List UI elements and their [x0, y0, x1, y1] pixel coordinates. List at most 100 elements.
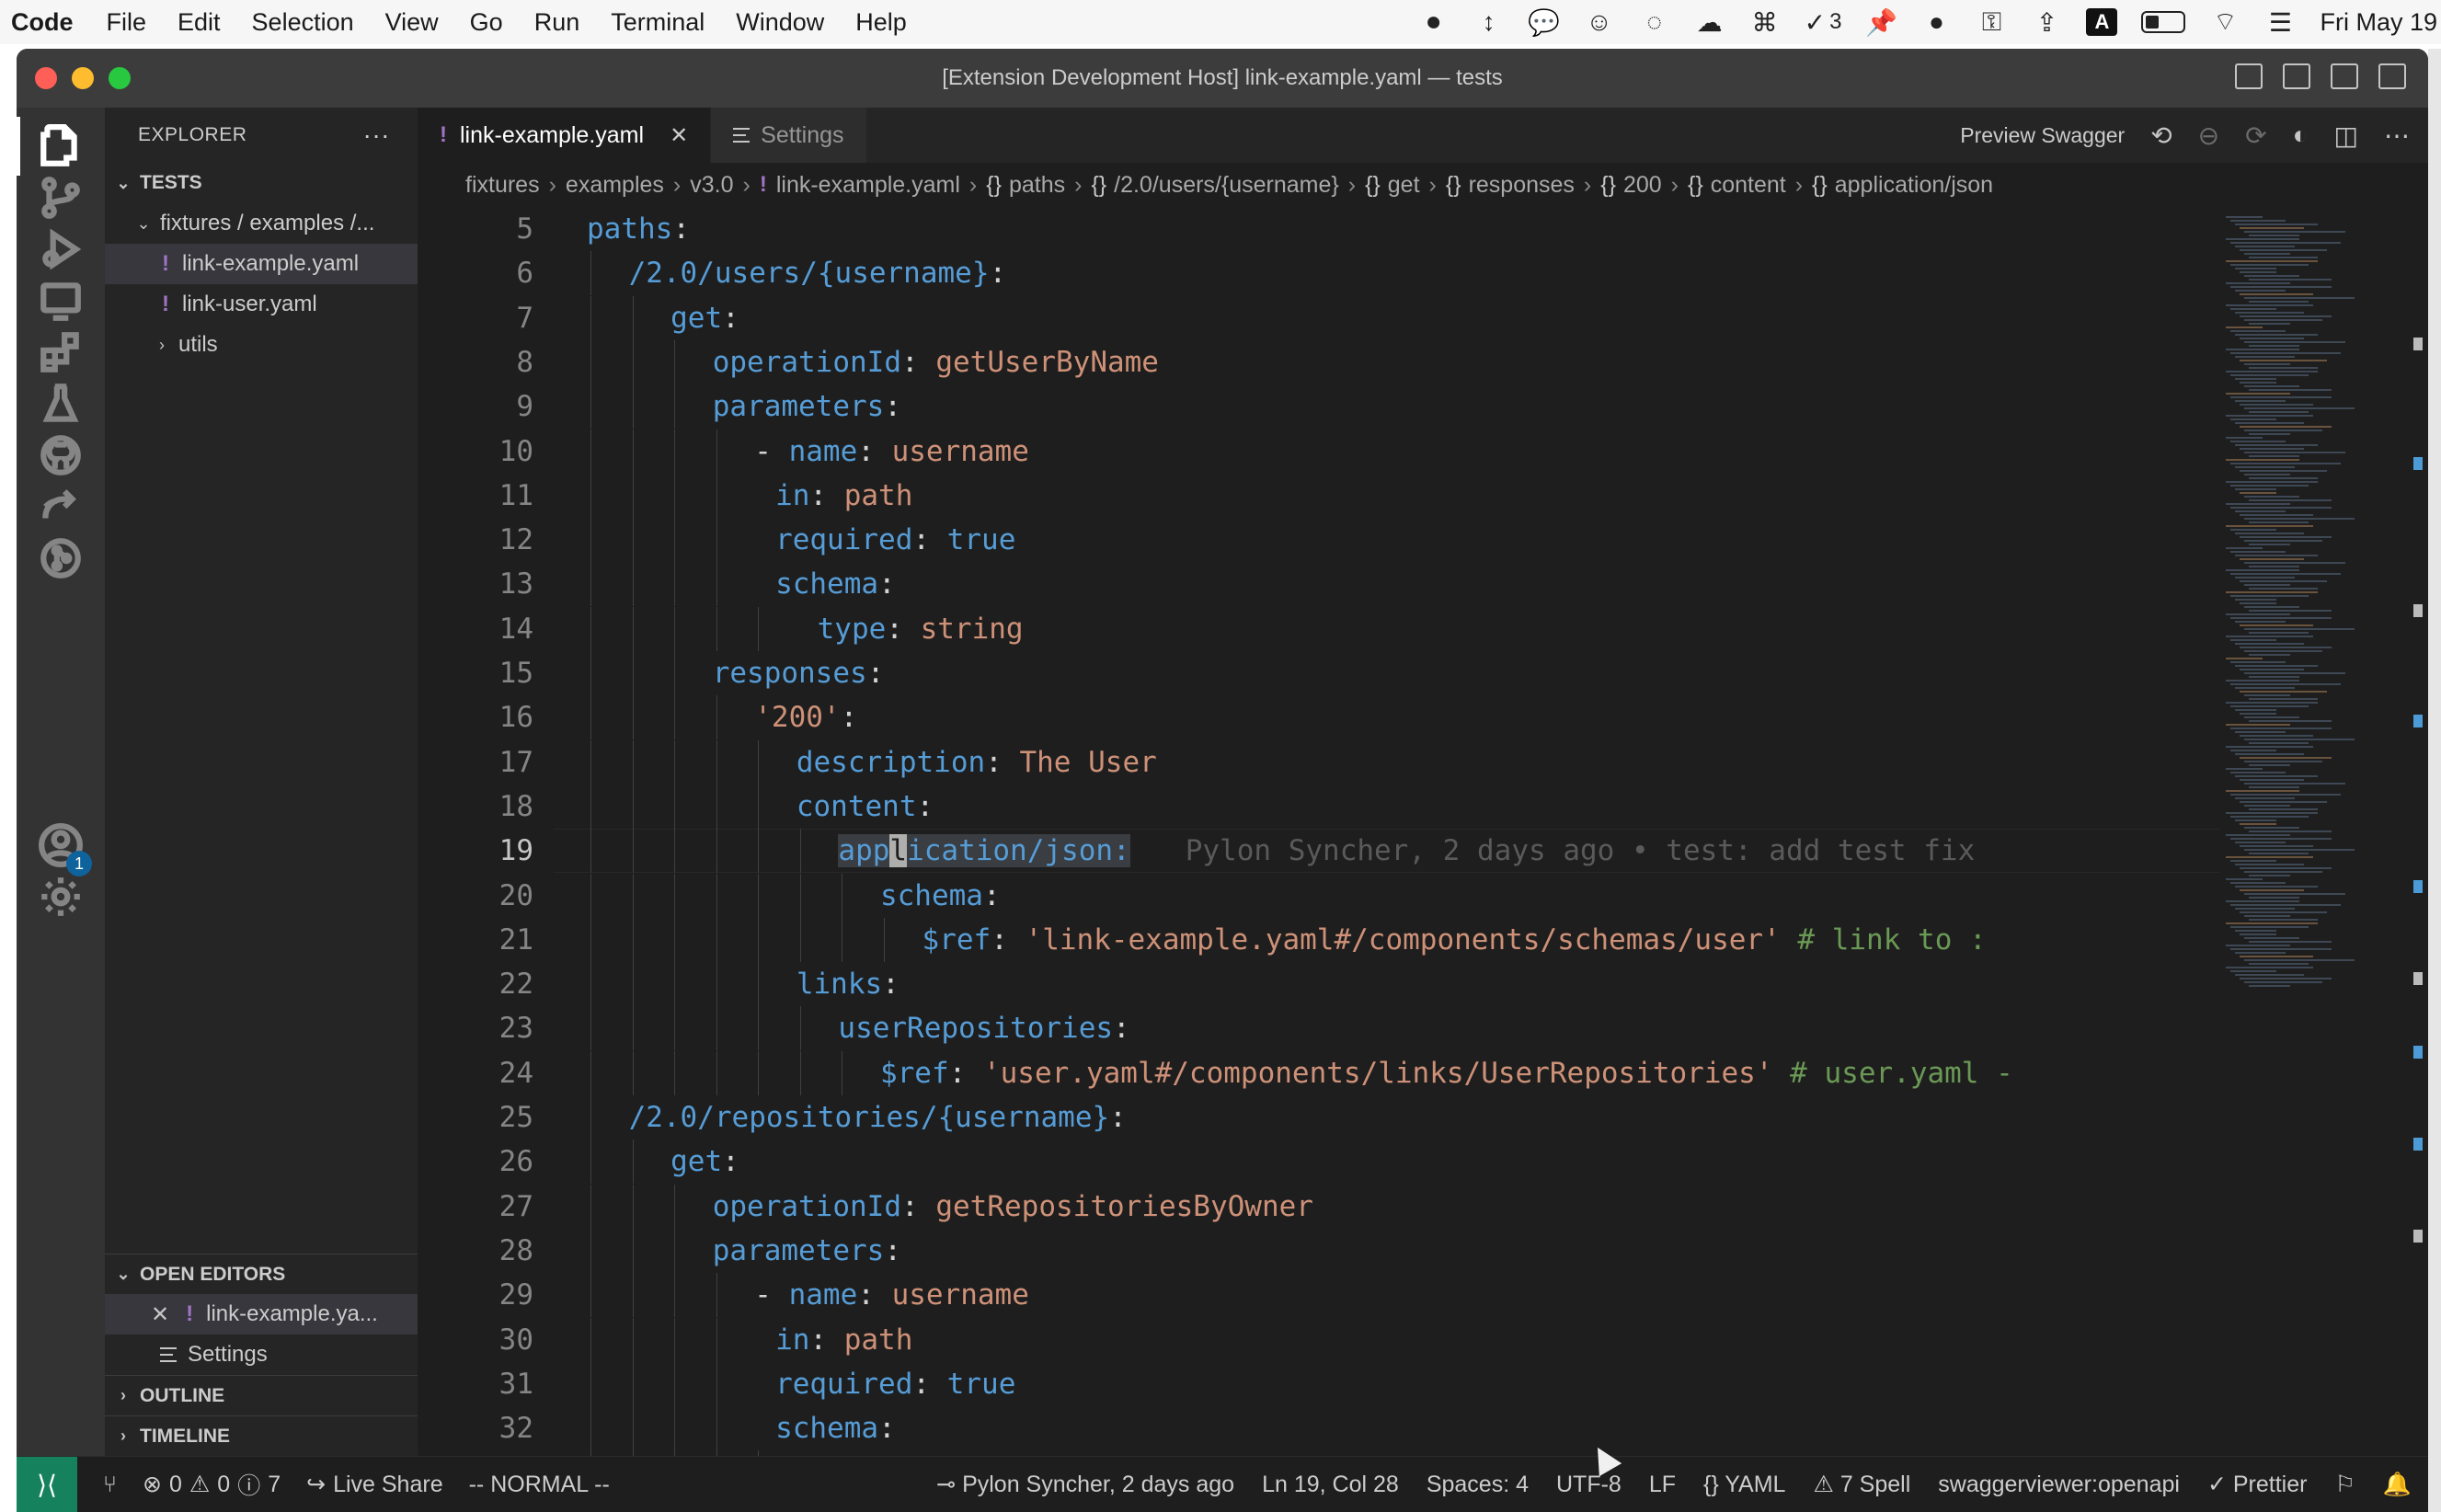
battery-icon[interactable]	[2141, 11, 2186, 33]
toggle-primary-sidebar-icon[interactable]	[2235, 63, 2263, 89]
tab-link-example-yaml[interactable]: ! link-example.yaml ✕	[418, 108, 712, 163]
status-git-blame[interactable]: ⊸ Pylon Syncher, 2 days ago	[936, 1471, 1234, 1498]
code-line[interactable]: 7 get:	[418, 295, 2220, 340]
status-language[interactable]: {} YAML	[1703, 1472, 1785, 1498]
zoom-window-button[interactable]	[109, 67, 131, 89]
toggle-secondary-sidebar-icon[interactable]	[2331, 63, 2358, 89]
code-line[interactable]: 20 schema:	[418, 873, 2220, 918]
code-line[interactable]: 26 get:	[418, 1140, 2220, 1185]
wifi-icon[interactable]: ⌔	[2209, 6, 2240, 38]
close-window-button[interactable]	[35, 67, 57, 89]
menu-help[interactable]: Help	[855, 8, 907, 37]
code-line[interactable]: 14 type: string	[418, 606, 2220, 651]
workspace-folder-tests[interactable]: ⌄ TESTS	[105, 163, 418, 203]
notifications-bell-icon[interactable]: 🔔	[2383, 1472, 2412, 1498]
tree-item-fixtures-examples[interactable]: ⌄ fixtures / examples /...	[105, 203, 418, 244]
code-line[interactable]: 28 parameters:	[418, 1228, 2220, 1273]
code-line[interactable]: 21 $ref: 'link-example.yaml#/components/s…	[418, 917, 2220, 962]
breadcrumb-item[interactable]: responses	[1469, 172, 1575, 199]
customize-layout-icon[interactable]	[2378, 63, 2406, 89]
code-line[interactable]: 15 responses:	[418, 651, 2220, 695]
code-line[interactable]: 25/2.0/repositories/{username}:	[418, 1095, 2220, 1140]
github-icon[interactable]	[37, 431, 85, 479]
bookmark-icon[interactable]: ⌘	[1749, 6, 1781, 38]
menu-edit[interactable]: Edit	[178, 8, 221, 37]
chat-icon[interactable]: 💬	[1528, 6, 1560, 38]
commit-icon[interactable]: ⊖	[2198, 120, 2219, 151]
status-branch-sync[interactable]: ⑂	[103, 1472, 117, 1498]
close-tab-icon[interactable]: ✕	[670, 122, 688, 149]
outline-header[interactable]: › OUTLINE	[105, 1375, 418, 1415]
open-editor-settings[interactable]: Settings	[105, 1334, 418, 1375]
menu-run[interactable]: Run	[534, 8, 580, 37]
code-line[interactable]: 18 content:	[418, 784, 2220, 829]
tree-item-link-example-yaml[interactable]: ! link-example.yaml	[105, 244, 418, 284]
breadcrumb-item[interactable]: 200	[1623, 172, 1662, 199]
key-icon[interactable]: ⚿	[1976, 6, 2007, 38]
manage-gear-icon[interactable]	[37, 873, 85, 921]
menu-selection[interactable]: Selection	[252, 8, 354, 37]
status-spell[interactable]: ⚠ 7 Spell	[1813, 1471, 1910, 1498]
app-menu[interactable]: Code	[11, 8, 74, 37]
breadcrumb-item[interactable]: link-example.yaml	[776, 172, 960, 199]
code-line[interactable]: 24 $ref: 'user.yaml#/components/links/Use…	[418, 1050, 2220, 1095]
minimap[interactable]	[2220, 207, 2404, 1456]
resize-icon[interactable]: ↕	[1473, 6, 1505, 38]
upload-icon[interactable]: ⇪	[2031, 6, 2062, 38]
split-editor-icon[interactable]: ◫	[2334, 120, 2358, 151]
breadcrumb-item[interactable]: fixtures	[465, 172, 540, 199]
code-line[interactable]: 32 schema:	[418, 1406, 2220, 1451]
go-back-icon[interactable]: ⟲	[2150, 120, 2172, 151]
code-line[interactable]: 10 - name: username	[418, 429, 2220, 474]
pin-icon[interactable]: 📌	[1865, 6, 1897, 38]
preview-swagger-button[interactable]: Preview Swagger	[1960, 123, 2125, 148]
open-editor-link-example[interactable]: ✕ ! link-example.ya...	[105, 1294, 418, 1334]
menu-view[interactable]: View	[385, 8, 439, 37]
code-editor[interactable]: 5 paths: 6/2.0/users/{username}: 7 get: 8 oper…	[418, 207, 2220, 1456]
status-prettier[interactable]: ✓ Prettier	[2207, 1471, 2308, 1498]
clock[interactable]: Fri May 19	[2320, 8, 2437, 37]
menu-file[interactable]: File	[107, 8, 147, 37]
status-indentation[interactable]: Spaces: 4	[1427, 1472, 1529, 1498]
control-center-icon[interactable]: ☰	[2264, 6, 2296, 38]
code-line[interactable]: 22 links:	[418, 962, 2220, 1007]
testing-icon[interactable]	[37, 380, 85, 428]
tree-item-link-user-yaml[interactable]: ! link-user.yaml	[105, 284, 418, 325]
face-icon[interactable]: ☺	[1584, 6, 1615, 38]
breadcrumb-item[interactable]: paths	[1009, 172, 1065, 199]
record-icon[interactable]: ⏺	[1418, 6, 1450, 38]
open-editors-header[interactable]: ⌄ OPEN EDITORS	[105, 1254, 418, 1294]
breadcrumb-item[interactable]: application/json	[1835, 172, 1993, 199]
timeline-header[interactable]: › TIMELINE	[105, 1415, 418, 1456]
code-line[interactable]: 6/2.0/users/{username}:	[418, 251, 2220, 296]
close-editor-icon[interactable]: ✕	[151, 1301, 169, 1328]
menu-go[interactable]: Go	[470, 8, 503, 37]
live-share-icon[interactable]	[37, 483, 85, 531]
code-line[interactable]: 5 paths:	[418, 207, 2220, 251]
breadcrumb-item[interactable]: examples	[566, 172, 664, 199]
more-actions-icon[interactable]: ⋯	[2384, 120, 2410, 151]
tree-item-utils[interactable]: › utils	[105, 325, 418, 365]
hat-icon[interactable]: ●	[1920, 6, 1952, 38]
status-eol[interactable]: LF	[1649, 1472, 1676, 1498]
code-line[interactable]: 31 required: true	[418, 1361, 2220, 1406]
code-line[interactable]: 19 application/json: Pylon Syncher, 2 days…	[418, 829, 2220, 874]
status-cursor-position[interactable]: Ln 19, Col 28	[1262, 1472, 1399, 1498]
breadcrumb-item[interactable]: get	[1388, 172, 1420, 199]
menu-terminal[interactable]: Terminal	[611, 8, 705, 37]
code-line[interactable]: 12 required: true	[418, 518, 2220, 563]
code-line[interactable]: 29 - name: username	[418, 1273, 2220, 1318]
status-live-share[interactable]: ↪ Live Share	[306, 1471, 442, 1498]
explorer-icon[interactable]	[17, 117, 85, 176]
source-control-icon[interactable]	[37, 174, 85, 222]
extensions-icon[interactable]	[37, 328, 85, 376]
minimize-window-button[interactable]	[72, 67, 94, 89]
status-encoding[interactable]: UTF-8	[1556, 1472, 1622, 1498]
tasks-check-icon[interactable]: ✓ 3	[1805, 6, 1842, 38]
status-problems[interactable]: ⊗ 0 ⚠ 0 ⓘ 7	[143, 1468, 281, 1501]
open-changes-icon[interactable]: ◐	[2293, 120, 2309, 150]
input-source-icon[interactable]: A	[2086, 8, 2118, 36]
breadcrumb-item[interactable]: v3.0	[690, 172, 733, 199]
breadcrumb-item[interactable]: content	[1711, 172, 1786, 199]
explorer-more-actions[interactable]: ···	[363, 120, 390, 150]
